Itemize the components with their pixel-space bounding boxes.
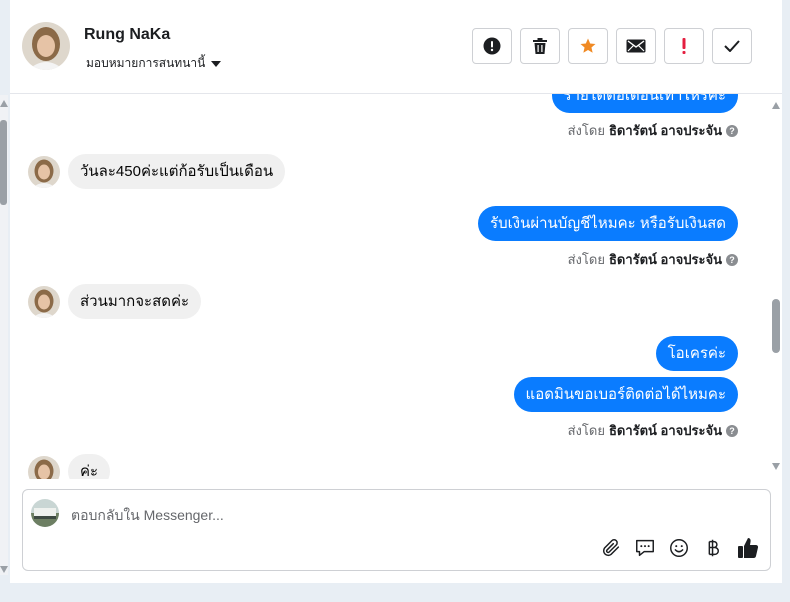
message-bubble: ค่ะ (68, 454, 111, 479)
page-avatar (31, 499, 59, 527)
sent-by-agent: ธิดารัตน์ อาจประจัน (608, 423, 722, 438)
contact-avatar[interactable] (22, 22, 70, 70)
alert-circle-icon (483, 37, 501, 55)
scroll-thumb[interactable] (772, 299, 780, 353)
header-actions (472, 28, 752, 64)
message-incoming: วันละ450ค่ะแต่ก้อรับเป็นเดือน (28, 154, 286, 189)
message-bubble: ส่วนมากจะสดค่ะ (68, 284, 202, 319)
scroll-thumb[interactable] (0, 120, 7, 205)
scroll-down-arrow[interactable] (772, 463, 780, 470)
mark-done-button[interactable] (712, 28, 752, 64)
assign-conversation-dropdown[interactable]: มอบหมายการสนทนานี้ (86, 54, 222, 73)
baht-icon[interactable] (702, 537, 724, 559)
thumbs-up-icon[interactable] (736, 536, 760, 560)
follow-up-button[interactable] (664, 28, 704, 64)
contact-avatar-small (28, 285, 60, 318)
sent-by-label: ส่งโดย ธิดารัตน์ อาจประจัน ? (568, 120, 738, 141)
message-thread: รายได้ต่อเดือนเท่าไหร่คะ ส่งโดย ธิดารัตน… (10, 94, 782, 479)
exclamation-icon (682, 38, 686, 54)
message-bubble: โอเครค่ะ (655, 336, 738, 371)
check-icon (724, 40, 740, 52)
caret-down-icon (211, 60, 222, 67)
sent-by-label: ส่งโดย ธิดารัตน์ อาจประจัน ? (568, 249, 738, 270)
message-bubble: รายได้ต่อเดือนเท่าไหร่คะ (551, 94, 738, 113)
contact-avatar-small (28, 155, 60, 188)
envelope-icon (626, 39, 646, 53)
scroll-up-arrow[interactable] (772, 102, 780, 109)
saved-reply-icon[interactable] (634, 537, 656, 559)
mark-unread-button[interactable] (616, 28, 656, 64)
star-icon (580, 38, 596, 53)
message-incoming: ส่วนมากจะสดค่ะ (28, 284, 202, 319)
help-icon[interactable]: ? (726, 124, 738, 137)
thread-scrollbar[interactable] (770, 100, 782, 472)
reply-input[interactable]: ตอบกลับใน Messenger... (71, 505, 224, 527)
message-outgoing: โอเครค่ะ (655, 336, 738, 371)
help-icon[interactable]: ? (726, 424, 738, 437)
help-icon[interactable]: ? (726, 253, 738, 266)
trash-icon (533, 38, 547, 54)
composer-tools (600, 536, 760, 560)
message-incoming: ค่ะ (28, 454, 111, 479)
sent-by-agent: ธิดารัตน์ อาจประจัน (608, 123, 722, 138)
reply-composer[interactable]: ตอบกลับใน Messenger... (22, 489, 771, 571)
scroll-down-arrow[interactable] (0, 566, 8, 573)
sent-by-prefix: ส่งโดย (567, 252, 605, 267)
star-button[interactable] (568, 28, 608, 64)
conversation-panel: Rung NaKa มอบหมายการสนทนานี้ รายได้ต่อเด… (10, 0, 782, 583)
assign-label: มอบหมายการสนทนานี้ (86, 56, 206, 70)
sent-by-prefix: ส่งโดย (567, 423, 605, 438)
contact-avatar-small (28, 455, 60, 479)
sent-by-label: ส่งโดย ธิดารัตน์ อาจประจัน ? (568, 420, 738, 441)
mark-spam-button[interactable] (472, 28, 512, 64)
paperclip-icon[interactable] (600, 537, 622, 559)
message-outgoing: รับเงินผ่านบัญชีไหมคะ หรือรับเงินสด (478, 206, 738, 241)
message-outgoing: แอดมินขอเบอร์ติดต่อได้ไหมคะ (513, 377, 738, 412)
delete-button[interactable] (520, 28, 560, 64)
contact-name: Rung NaKa (84, 26, 171, 43)
sent-by-agent: ธิดารัตน์ อาจประจัน (608, 252, 722, 267)
sent-by-prefix: ส่งโดย (567, 123, 605, 138)
conversation-header: Rung NaKa มอบหมายการสนทนานี้ (10, 0, 782, 94)
left-scrollbar[interactable] (0, 95, 8, 575)
message-bubble: รับเงินผ่านบัญชีไหมคะ หรือรับเงินสด (478, 206, 738, 241)
emoji-icon[interactable] (668, 537, 690, 559)
message-bubble: วันละ450ค่ะแต่ก้อรับเป็นเดือน (68, 154, 286, 189)
scroll-up-arrow[interactable] (0, 100, 8, 107)
message-outgoing: รายได้ต่อเดือนเท่าไหร่คะ (551, 94, 738, 113)
message-bubble: แอดมินขอเบอร์ติดต่อได้ไหมคะ (513, 377, 738, 412)
